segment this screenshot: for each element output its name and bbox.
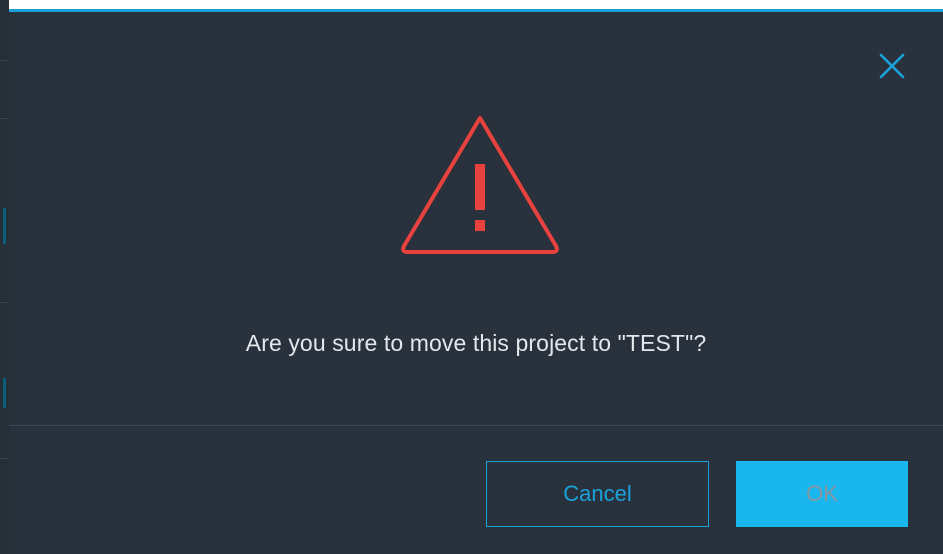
background-divider (0, 60, 9, 61)
background-divider (0, 302, 9, 303)
warning-triangle-icon (401, 116, 559, 254)
close-icon (879, 53, 905, 79)
background-divider (0, 458, 9, 459)
background-app-edge (0, 0, 9, 554)
close-button[interactable] (874, 48, 910, 84)
confirm-dialog: Are you sure to move this project to "TE… (9, 9, 943, 554)
ok-button[interactable]: OK (736, 461, 908, 527)
background-highlight (3, 208, 6, 244)
background-highlight (3, 378, 6, 408)
background-divider (0, 118, 9, 119)
confirm-message: Are you sure to move this project to "TE… (245, 330, 707, 356)
cancel-button[interactable]: Cancel (486, 461, 709, 527)
page: Are you sure to move this project to "TE… (0, 0, 943, 554)
footer-divider (9, 425, 943, 426)
